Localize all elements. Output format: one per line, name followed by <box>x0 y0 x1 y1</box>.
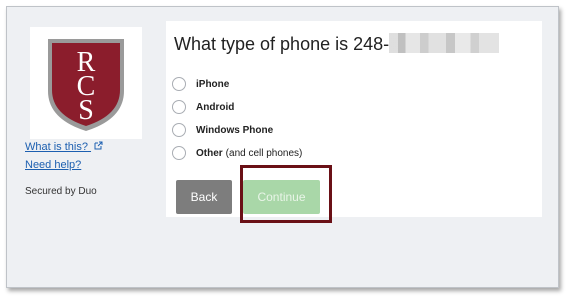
redacted-number <box>389 33 500 53</box>
phone-type-question: What type of phone is 248- <box>174 33 500 55</box>
need-help-link[interactable]: Need help? <box>25 159 81 171</box>
shield-icon: R C S <box>48 39 124 131</box>
radio-android[interactable] <box>172 100 186 114</box>
question-text: What type of phone is 248- <box>174 34 390 54</box>
what-is-this-label: What is this? <box>25 141 88 153</box>
option-android[interactable]: Android <box>172 98 234 116</box>
option-label: Android <box>196 101 235 113</box>
option-label: Windows Phone <box>196 124 274 136</box>
duo-frame: R C S What is this? Need help? Secured b… <box>6 6 559 288</box>
continue-highlight-box <box>240 165 332 223</box>
school-logo: R C S <box>30 27 142 139</box>
option-iphone[interactable]: iPhone <box>172 75 229 93</box>
option-sublabel: (and cell phones) <box>225 147 303 159</box>
external-link-icon <box>94 141 103 153</box>
logo-letter-s: S <box>78 95 94 126</box>
prompt-panel: What type of phone is 248- iPhone Androi… <box>166 21 542 217</box>
what-is-this-link[interactable]: What is this? <box>25 141 103 153</box>
radio-windows-phone[interactable] <box>172 123 186 137</box>
secured-by-duo: Secured by Duo <box>25 186 97 197</box>
radio-iphone[interactable] <box>172 77 186 91</box>
option-label: Other <box>196 147 223 159</box>
option-windows-phone[interactable]: Windows Phone <box>172 121 273 139</box>
option-other[interactable]: Other (and cell phones) <box>172 144 302 162</box>
option-label: iPhone <box>196 78 230 90</box>
radio-other[interactable] <box>172 146 186 160</box>
back-button[interactable]: Back <box>176 180 232 214</box>
